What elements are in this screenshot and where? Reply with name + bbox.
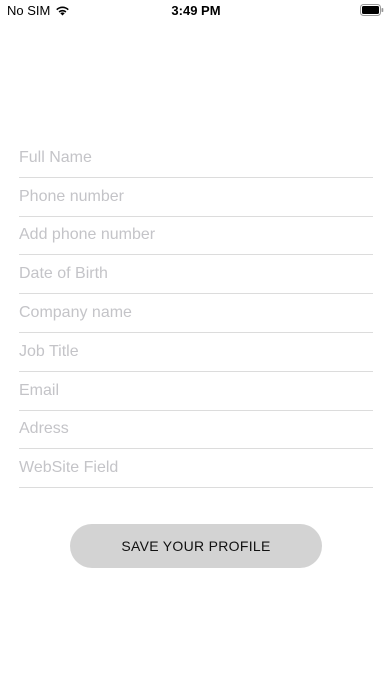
website-input[interactable] xyxy=(19,459,373,478)
company-name-input[interactable] xyxy=(19,304,373,323)
website-field xyxy=(19,449,373,489)
phone-number-input[interactable] xyxy=(19,187,373,206)
status-bar: No SIM 3:49 PM xyxy=(0,0,392,22)
job-title-field xyxy=(19,333,373,372)
address-field xyxy=(19,411,373,450)
full-name-field xyxy=(19,139,373,178)
address-input[interactable] xyxy=(19,420,373,439)
company-name-field xyxy=(19,294,373,333)
phone-number-field xyxy=(19,178,373,217)
date-of-birth-input[interactable] xyxy=(19,265,373,284)
full-name-input[interactable] xyxy=(19,148,373,167)
save-profile-button[interactable]: SAVE YOUR PROFILE xyxy=(70,524,322,568)
profile-form xyxy=(19,139,373,489)
clock: 3:49 PM xyxy=(171,3,221,18)
job-title-input[interactable] xyxy=(19,342,373,361)
date-of-birth-field xyxy=(19,255,373,295)
add-phone-number-field xyxy=(19,217,373,256)
email-input[interactable] xyxy=(19,381,373,400)
battery-full-icon xyxy=(360,4,384,16)
email-field xyxy=(19,372,373,411)
add-phone-number-input[interactable] xyxy=(19,226,373,245)
